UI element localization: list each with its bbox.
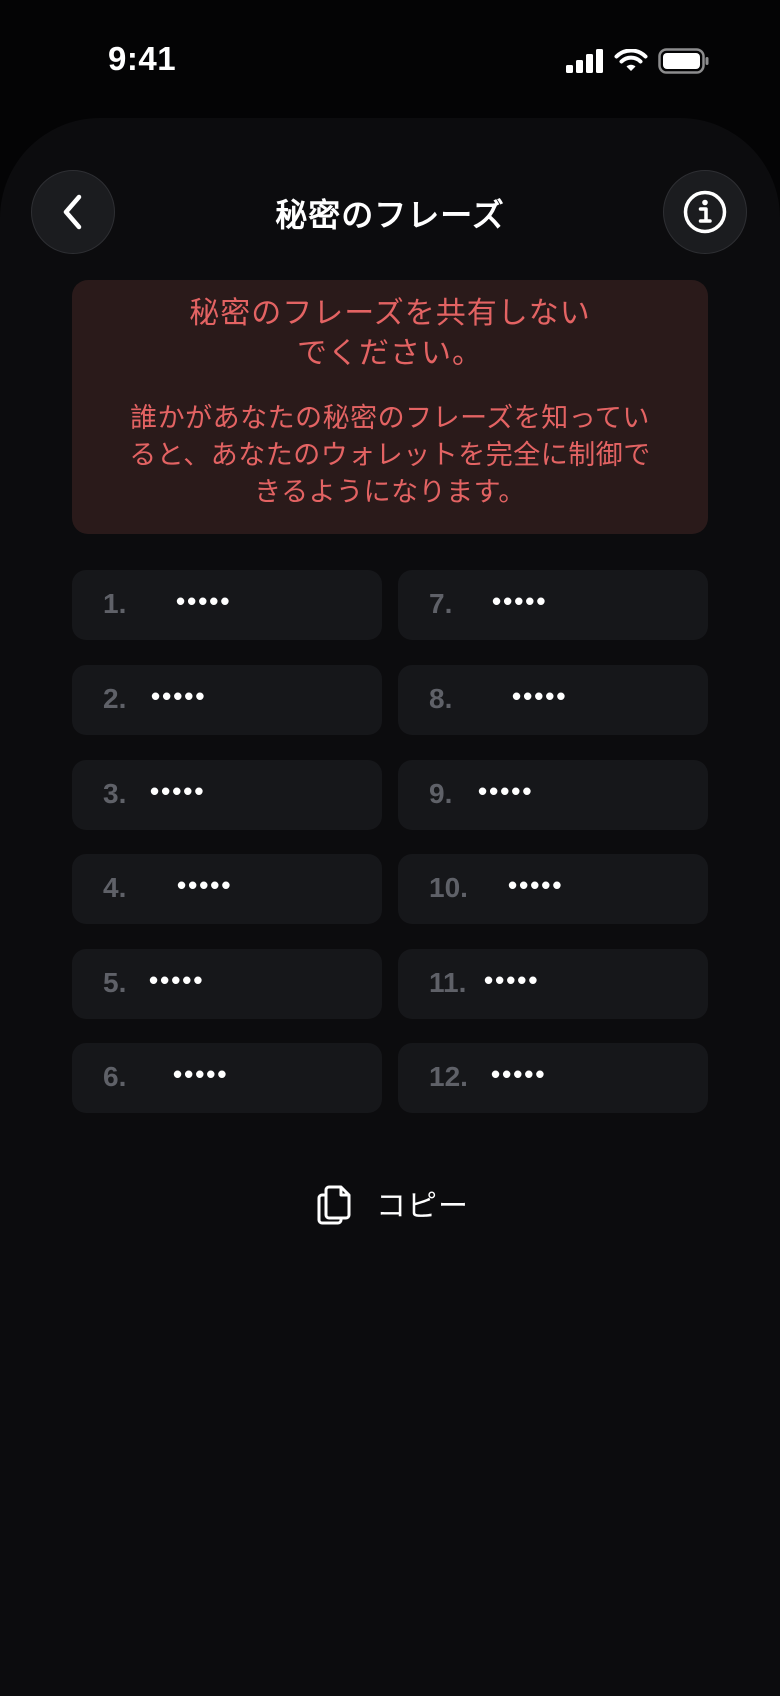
seed-word-number: 1. [103,588,127,619]
seed-word-number: 4. [103,872,127,903]
info-icon [683,190,727,234]
seed-word-12[interactable]: 12. ••••• [398,1043,708,1113]
seed-word-3[interactable]: 3. ••••• [72,760,382,830]
warning-body: 誰かがあなたの秘密のフレーズを知ってい ると、あなたのウォレットを完全に制御で … [129,403,651,508]
seed-word-number: 3. [103,778,127,809]
seed-word-value: ••••• [492,586,548,616]
wifi-icon [614,49,648,71]
seed-word-value: ••••• [149,965,205,995]
seed-word-value: ••••• [173,1059,229,1089]
seed-word-value: ••••• [150,776,206,806]
signal-icon [566,49,603,73]
seed-word-2[interactable]: 2. ••••• [72,665,382,735]
status-bar: 9:41 [0,0,780,120]
seed-word-value: ••••• [508,870,564,900]
seed-word-value: ••••• [176,586,232,616]
seed-word-7[interactable]: 7. ••••• [398,570,708,640]
battery-icon [658,48,709,74]
seed-word-6[interactable]: 6. ••••• [72,1043,382,1113]
seed-word-1[interactable]: 1. ••••• [72,570,382,640]
warning-title: 秘密のフレーズを共有しない でください。 [189,296,591,371]
seed-word-number: 11. [429,967,467,998]
seed-word-9[interactable]: 9. ••••• [398,760,708,830]
seed-word-number: 2. [103,683,127,714]
seed-word-value: ••••• [478,776,534,806]
copy-icon [317,1185,351,1225]
seed-word-number: 7. [429,588,453,619]
seed-word-number: 8. [429,683,453,714]
seed-word-number: 5. [103,967,127,998]
seed-word-8[interactable]: 8. ••••• [398,665,708,735]
seed-word-number: 9. [429,778,453,809]
status-time: 9:41 [108,40,177,77]
seed-word-value: ••••• [484,965,540,995]
copy-label: コピー [376,1189,469,1224]
seed-word-number: 6. [103,1061,127,1092]
seed-word-value: ••••• [177,870,233,900]
warning-banner: 秘密のフレーズを共有しない でください。 誰かがあなたの秘密のフレーズを知ってい… [72,280,708,534]
seed-word-value: ••••• [491,1059,547,1089]
seed-word-5[interactable]: 5. ••••• [72,949,382,1019]
seed-word-4[interactable]: 4. ••••• [72,854,382,924]
seed-word-11[interactable]: 11. ••••• [398,949,708,1019]
seed-word-value: ••••• [151,681,207,711]
seed-word-number: 10. [429,872,468,903]
seed-word-10[interactable]: 10. ••••• [398,854,708,924]
seed-word-number: 12. [429,1061,468,1092]
info-button[interactable] [663,170,747,254]
status-icons [566,48,710,74]
copy-button[interactable]: コピー [314,1178,469,1228]
seed-word-value: ••••• [512,681,568,711]
